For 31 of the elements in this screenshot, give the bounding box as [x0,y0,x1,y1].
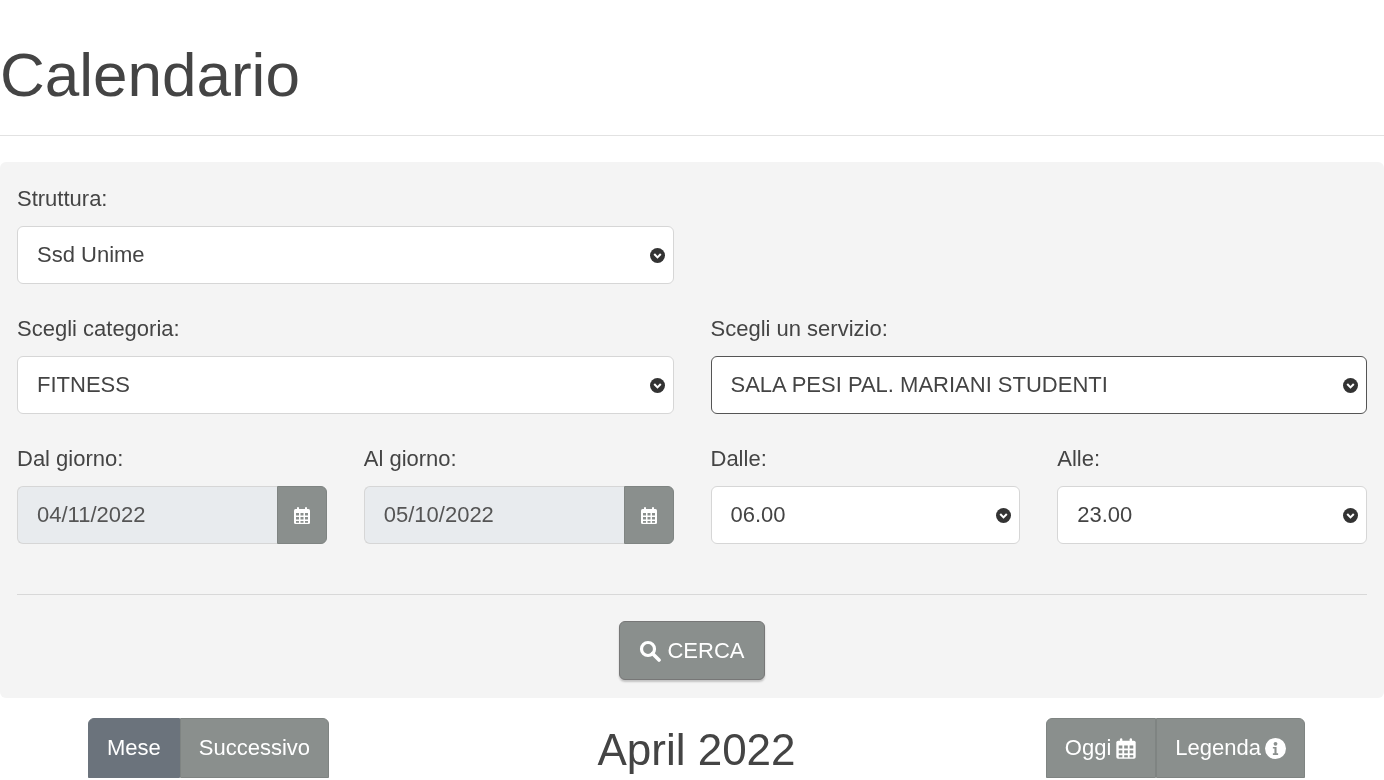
field-label: Dalle: [710,445,767,473]
select-field[interactable]: FITNESS [17,356,674,414]
calendar-icon [639,505,658,525]
field-label: Al giorno: [363,445,457,473]
view-tab[interactable]: Successivo [179,718,330,778]
chevron-down-icon [996,507,1012,523]
search-icon [639,639,662,662]
calendar-icon [292,505,311,525]
calendar-button[interactable] [623,486,674,544]
select-field[interactable]: Ssd Unime [17,226,674,284]
chevron-down-icon [1343,507,1358,523]
calendar-button[interactable] [276,486,327,544]
month-title: April 2022 [597,724,796,776]
today-button[interactable]: Oggi [1045,718,1157,778]
field-label: Scegli categoria: [17,315,180,343]
legend-button[interactable]: Legenda [1156,718,1305,778]
select-field[interactable]: SALA PESI PAL. MARIANI STUDENTI [710,356,1367,414]
select-field[interactable]: 06.00 [710,486,1021,544]
search-button[interactable]: CERCA [619,621,765,680]
field-label: Alle: [1057,445,1101,473]
calendar-icon [1115,736,1138,760]
info-icon [1265,737,1286,759]
select-field[interactable]: 23.00 [1057,486,1367,544]
field-label: Scegli un servizio: [710,315,888,343]
view-tab[interactable]: Mese [88,718,180,778]
field-label: Dal giorno: [17,445,124,473]
page-title: Calendario [0,39,300,111]
chevron-down-icon [1343,377,1358,393]
chevron-down-icon [649,377,665,393]
chevron-down-icon [649,247,665,263]
field-label: Struttura: [17,185,108,213]
